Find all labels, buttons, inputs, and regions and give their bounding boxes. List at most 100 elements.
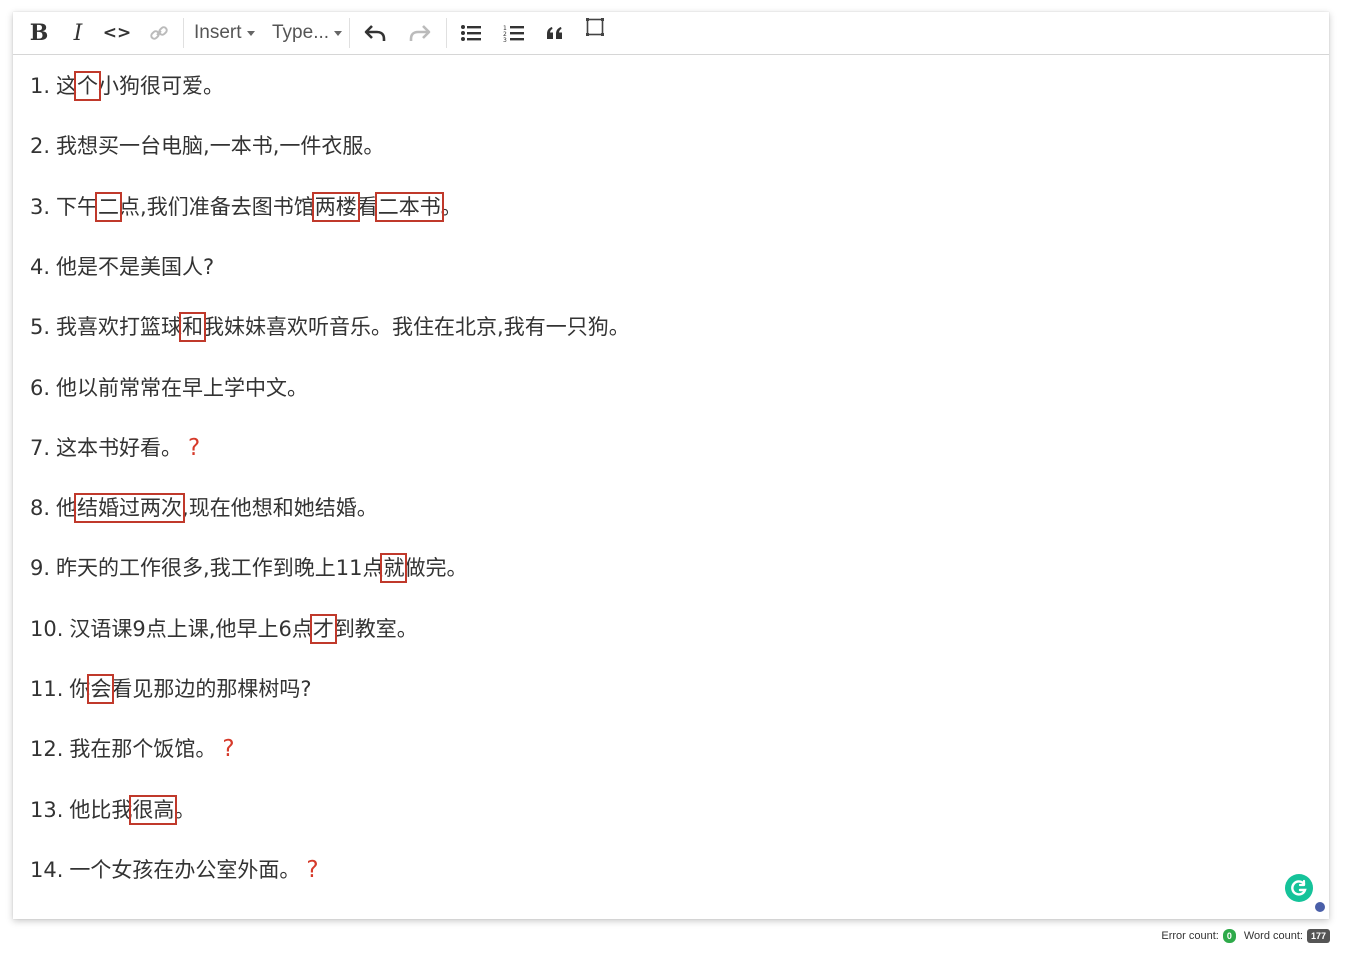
status-bar: Error count: 0 Word count: 177	[1161, 929, 1330, 943]
sentence-number: 9.	[30, 556, 51, 581]
sentence-text: 汉语课9点上课,他早上6点	[69, 616, 313, 641]
sentence-number: 6.	[30, 375, 51, 400]
sentence-number: 11.	[30, 677, 64, 701]
sentence-line: 7. 这本书好看。?	[30, 431, 200, 465]
question-mark-icon: ?	[188, 434, 201, 461]
sentence-number: 10.	[30, 616, 64, 641]
sentence-text: 这本书好看。	[56, 435, 183, 460]
sentence-text: 我喜欢打篮球	[56, 315, 183, 340]
sentence-line: 13. 他比我很高。	[30, 793, 195, 827]
svg-text:3: 3	[503, 37, 507, 43]
sentence-text: 看见那边的那棵树吗?	[111, 677, 312, 701]
sentence-line: 6. 他以前常常在早上学中文。	[30, 371, 308, 405]
redo-button[interactable]	[407, 20, 433, 46]
grammar-assistant-button[interactable]	[1285, 874, 1313, 902]
sentence-text: 我想买一台电脑,一本书,一件衣服。	[56, 134, 385, 159]
sentence-line: 10. 汉语课9点上课,他早上6点才到教室。	[30, 612, 418, 646]
sentence-line: 11. 你会看见那边的那棵树吗?	[30, 672, 312, 706]
sentence-text: 他	[56, 496, 78, 521]
sentence-line: 12. 我在那个饭馆。?	[30, 732, 235, 766]
type-dropdown[interactable]: Type...	[272, 20, 343, 46]
error-highlight[interactable]: 二本书	[374, 191, 444, 222]
sentence-text: 你	[69, 677, 91, 701]
sentence-text: 做完。	[404, 556, 468, 581]
grammar-assistant-icon	[1291, 879, 1307, 896]
toolbar-separator	[446, 18, 447, 48]
italic-button[interactable]: I	[67, 20, 89, 46]
quote-icon	[547, 27, 562, 39]
caret-down-icon	[246, 30, 255, 36]
blockquote-button[interactable]	[542, 20, 568, 46]
error-count-badge: 0	[1222, 929, 1236, 943]
sentence-line: 5. 我喜欢打篮球和我妹妹喜欢听音乐。我住在北京,我有一只狗。	[30, 310, 630, 344]
sentence-number: 8.	[30, 496, 51, 521]
error-highlight[interactable]: 结婚过两次	[74, 493, 186, 524]
sentence-number: 7.	[30, 435, 51, 460]
sentence-number: 1.	[30, 74, 51, 98]
sentence-text: 他以前常常在早上学中文。	[56, 375, 309, 400]
sentence-line: 2. 我想买一台电脑,一本书,一件衣服。	[30, 129, 384, 163]
redo-icon	[409, 25, 431, 41]
sentence-text: ,现在他想和她结婚。	[182, 496, 378, 521]
error-highlight[interactable]: 个	[74, 71, 102, 101]
insert-dropdown[interactable]: Insert	[194, 20, 255, 46]
assistant-status-dot	[1314, 901, 1326, 913]
error-highlight[interactable]: 两楼	[311, 191, 360, 222]
editor-toolbar: B I <> Insert Type... 1 2 3	[13, 12, 1329, 55]
sentence-text: 小狗很可爱。	[98, 74, 225, 98]
sentence-number: 3.	[30, 194, 51, 219]
sentence-line: 1. 这个小狗很可爱。	[30, 69, 224, 103]
undo-icon	[364, 25, 386, 41]
sentence-text: 。	[440, 194, 462, 219]
word-count-label: Word count:	[1243, 930, 1303, 942]
sentence-line: 8. 他结婚过两次,现在他想和她结婚。	[30, 491, 378, 525]
sentence-text: 点,我们准备去图书馆	[119, 194, 315, 219]
error-highlight[interactable]: 就	[380, 553, 408, 584]
sentence-text: 这	[56, 74, 78, 98]
bold-button[interactable]: B	[27, 20, 51, 46]
undo-button[interactable]	[362, 20, 388, 46]
sentence-number: 5.	[30, 315, 51, 340]
sentence-number: 12.	[30, 737, 64, 762]
sentence-text: 他是不是美国人?	[56, 254, 215, 279]
error-highlight[interactable]: 才	[309, 613, 337, 644]
sentence-text: 看	[356, 194, 378, 219]
fullscreen-button[interactable]	[584, 16, 606, 38]
sentence-number: 14.	[30, 857, 64, 882]
error-highlight[interactable]: 会	[87, 674, 115, 704]
editor-content[interactable]: 1. 这个小狗很可爱。 2. 我想买一台电脑,一本书,一件衣服。 3. 下午二点,我们准备…	[13, 55, 1329, 919]
bullet-list-icon	[461, 25, 481, 41]
sentence-number: 2.	[30, 134, 51, 159]
sentence-line: 4. 他是不是美国人?	[30, 250, 214, 284]
error-highlight[interactable]: 二	[95, 191, 123, 222]
error-count-label: Error count:	[1161, 930, 1219, 942]
bullet-list-button[interactable]	[458, 20, 484, 46]
sentence-text: 他比我	[69, 797, 133, 822]
sentence-text: 我在那个饭馆。	[69, 737, 217, 762]
sentence-line: 14. 一个女孩在办公室外面。?	[30, 853, 319, 887]
fullscreen-icon	[586, 18, 604, 36]
sentence-text: 昨天的工作很多,我工作到晚上11点	[56, 556, 384, 581]
sentence-text: 。	[174, 797, 196, 822]
link-icon	[150, 26, 168, 40]
type-label: Type...	[272, 22, 330, 43]
error-highlight[interactable]: 和	[179, 312, 207, 343]
numbered-list-icon: 1 2 3	[503, 25, 524, 43]
sentence-number: 4.	[30, 254, 51, 279]
toolbar-separator	[349, 18, 350, 48]
link-button[interactable]	[147, 20, 171, 46]
sentence-text: 到教室。	[333, 616, 418, 641]
sentence-line: 3. 下午二点,我们准备去图书馆两楼看二本书。	[30, 190, 462, 224]
error-highlight[interactable]: 很高	[129, 794, 178, 825]
caret-down-icon	[334, 30, 343, 36]
word-count-badge: 177	[1306, 929, 1330, 943]
sentence-text: 我妹妹喜欢听音乐。我住在北京,我有一只狗。	[203, 315, 630, 340]
rich-text-editor: B I <> Insert Type... 1 2 3 1. 这个小狗很可爱。 …	[13, 12, 1329, 919]
sentence-number: 13.	[30, 797, 64, 822]
numbered-list-button[interactable]: 1 2 3	[501, 20, 527, 46]
toolbar-separator	[183, 18, 184, 48]
code-button[interactable]: <>	[103, 20, 132, 46]
sentence-line: 9. 昨天的工作很多,我工作到晚上11点就做完。	[30, 551, 467, 585]
insert-label: Insert	[194, 22, 242, 43]
sentence-text: 下午	[56, 194, 99, 219]
